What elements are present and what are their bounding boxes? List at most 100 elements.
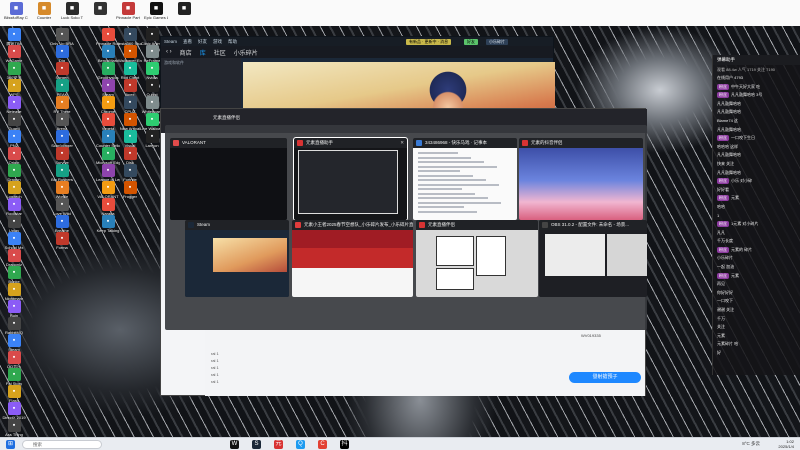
task-view-window-card[interactable]: 元素直播伴侣 xyxy=(416,220,538,297)
desktop-icon[interactable]: ▪ BenchMark xyxy=(96,45,120,64)
desktop-icon[interactable]: ▪ Counter Strike xyxy=(96,130,120,149)
close-icon[interactable]: ✕ xyxy=(400,140,404,146)
taskbar-app-icon[interactable]: Q xyxy=(296,440,305,449)
desktop-icon[interactable]: ▪ Chrome xyxy=(96,96,120,115)
desktop-icon[interactable]: ▪ Forma xyxy=(50,232,74,251)
task-view-window-card[interactable]: 元素直播助手 ✕ xyxy=(293,137,408,221)
desktop-icon[interactable]: ▪ Disk xyxy=(118,147,142,166)
steam-menu-3[interactable]: 帮助 xyxy=(228,39,237,45)
desktop-icon[interactable]: ▪ Uplay xyxy=(2,215,26,234)
desktop-icon[interactable]: ▪ Dragonlz xyxy=(2,249,26,268)
desktop-icon[interactable]: ▪ Steam xyxy=(96,79,120,98)
steam-nav-library[interactable]: 库 xyxy=(200,48,206,57)
desktop-icon[interactable]: ▪ Wordle xyxy=(50,181,74,200)
desktop-top-icon[interactable]: ■ BlissfulRay Center xyxy=(4,2,28,21)
desktop-icon[interactable]: ▪ Visual xyxy=(118,130,142,149)
desktop-icon[interactable]: ▪ Sorgen xyxy=(50,62,74,81)
taskbar-app-icon[interactable]: W xyxy=(230,440,239,449)
steam-friends-button[interactable]: 好友 xyxy=(464,39,478,45)
desktop-icon[interactable]: ▪ QQ音乐 xyxy=(2,351,26,370)
desktop-top-icon[interactable]: ■ xyxy=(172,2,196,16)
desktop-icon[interactable]: ▪ RV There xyxy=(50,96,74,115)
steam-notice-button[interactable]: 有新品 · 更新中 · 消息 xyxy=(406,39,452,45)
task-view-window-card[interactable]: 元素的抖音伴侣 xyxy=(519,138,643,220)
steam-nav-back-icon[interactable]: ‹ › xyxy=(166,49,172,55)
desktop-top-icon[interactable]: ■ Luck Soko T xyxy=(60,2,84,21)
desktop-icon[interactable]: ▪ League of Legends xyxy=(96,164,120,183)
send-button[interactable]: 發射搶預子 xyxy=(569,372,641,383)
weather-widget[interactable]: 8°C 多云 xyxy=(742,441,760,447)
start-icon[interactable]: ⊞ xyxy=(6,440,15,449)
desktop-icon[interactable]: ▪ PN2 xyxy=(2,130,26,149)
desktop-icon[interactable]: ▪ WeGame xyxy=(2,45,26,64)
desktop-icon[interactable]: ▪ WPS xyxy=(2,79,26,98)
steam-nav-profile[interactable]: 小乐碎片 xyxy=(234,48,258,57)
taskbar-app-icon[interactable]: S xyxy=(252,440,261,449)
desktop-icon[interactable]: ▪ Flash xyxy=(2,385,26,404)
desktop-icon[interactable]: ▪ Riot Client xyxy=(118,62,142,81)
steam-nav-community[interactable]: 社区 xyxy=(214,48,226,57)
task-view-window-card[interactable]: OBS 31.0.2 - 配置文件: 未命名 - 场景... xyxy=(539,220,647,297)
taskbar-app-icon[interactable]: 元 xyxy=(274,440,283,449)
desktop-icon[interactable]: ▪ Guard xyxy=(2,113,26,132)
desktop-icon[interactable]: ▪ Wallpaper Engine xyxy=(118,45,142,64)
desktop-icon[interactable]: ▪ CPUZ xyxy=(118,96,142,115)
steam-nav-store[interactable]: 商店 xyxy=(180,48,192,57)
desktop-top-icon[interactable]: ■ Epic Games Launcher xyxy=(144,2,168,21)
taskbar-clock[interactable]: 1:02 2025/1/4 xyxy=(778,439,794,449)
taskbar-app-icon[interactable]: C xyxy=(318,440,327,449)
desktop-icon[interactable]: ▪ Dig xyxy=(50,45,74,64)
desktop-icon[interactable]: ▪ Bio Rushers xyxy=(50,164,74,183)
desktop-icon[interactable]: ▪ RabbitMQ xyxy=(2,317,26,336)
desktop-icon[interactable]: ▪ Breathe xyxy=(50,215,74,234)
taskbar-app-icon[interactable]: 抖 xyxy=(340,440,349,449)
desktop-icon[interactable]: ▪ Insta360 Studio xyxy=(118,28,142,47)
desktop-icon[interactable]: ▪ 360安全 xyxy=(2,62,26,81)
desktop-icon[interactable]: ▪ VALORANT xyxy=(96,181,120,200)
desktop-icon[interactable]: ▪ Bunke xyxy=(2,266,26,285)
desktop-icon[interactable]: ▪ Rockstar xyxy=(2,198,26,217)
desktop-icon[interactable]: ▪ New Arrival xyxy=(118,113,142,132)
desktop-top-icon[interactable]: ■ Counter xyxy=(32,2,56,21)
desktop-icon[interactable]: ▪ Fortnite xyxy=(118,164,142,183)
desktop-icon[interactable]: ▪ Origin xyxy=(2,147,26,166)
task-view-window-card[interactable]: Steam xyxy=(185,220,289,297)
desktop-icon[interactable]: ▪ DirectX 2019 xyxy=(2,402,26,421)
desktop-icon[interactable]: ▪ Survive xyxy=(50,147,74,166)
desktop-icon[interactable]: ▪ 腾讯TIM xyxy=(2,28,26,47)
desktop-icon[interactable]: ▪ School Mx xyxy=(2,232,26,251)
desktop-icon[interactable]: ▪ Steam xyxy=(2,334,26,353)
desktop-icon[interactable]: ▪ Pinnacle Rocket xyxy=(96,28,120,47)
desktop-icon[interactable]: ▪ Only Up BRAINR xyxy=(50,28,74,47)
desktop-icon[interactable]: ▪ Nightmare xyxy=(2,283,26,302)
app-icon: ▪ xyxy=(101,96,115,109)
desktop-icon[interactable]: ▪ Vegeta xyxy=(96,113,120,132)
stream-window-tab[interactable]: 元素直播伴侣 xyxy=(213,115,240,121)
steam-menu-0[interactable]: 查看 xyxy=(183,39,192,45)
desktop-icon[interactable]: ▪ Schrödinger xyxy=(50,130,74,149)
steam-user-button[interactable]: 小乐碎片 xyxy=(486,39,508,45)
steam-menu-2[interactable]: 游戏 xyxy=(213,39,222,45)
desktop-icon[interactable]: ▪ Ruin xyxy=(2,300,26,319)
desktop-top-icon[interactable]: ■ xyxy=(88,2,112,16)
desktop-icon[interactable]: ▪ Logitech xyxy=(2,181,26,200)
task-view-window-card[interactable]: 343486968 - 快乐马戏 · 记事本 xyxy=(413,138,517,220)
desktop-icon[interactable]: ▪ Microsoft Edge xyxy=(96,147,120,166)
desktop-icon[interactable]: ▪ Ass Thing xyxy=(2,419,26,438)
desktop-icon[interactable]: ▪ Netease xyxy=(2,96,26,115)
task-view-window-card[interactable]: VALORANT xyxy=(170,138,287,220)
desktop-icon[interactable]: ▪ Love Wild xyxy=(50,198,74,217)
desktop-icon[interactable]: ▪ Geophysics xyxy=(96,62,120,81)
desktop-icon[interactable]: ▪ Apex xyxy=(118,79,142,98)
desktop-icon[interactable]: ▪ PEAK xyxy=(50,79,74,98)
steam-menu-1[interactable]: 好友 xyxy=(198,39,207,45)
desktop-icon[interactable]: ▪ Naraka xyxy=(96,198,120,217)
task-view-window-card[interactable]: 元素小王者2025春节空想队_小乐碎片发布_小乐碎片直播... xyxy=(292,220,413,297)
desktop-top-icon[interactable]: ■ Pinnacle Party xyxy=(116,2,140,21)
desktop-icon[interactable]: ▪ Keep Talking xyxy=(96,215,120,234)
desktop-icon[interactable]: ▪ Pal Story xyxy=(2,368,26,387)
taskbar-search[interactable]: 搜索 xyxy=(22,440,102,449)
desktop-icon[interactable]: ▪ Arena xyxy=(50,113,74,132)
desktop-icon[interactable]: ▪ Frogger xyxy=(118,181,142,200)
desktop-icon[interactable]: ▪ Dragon xyxy=(2,164,26,183)
